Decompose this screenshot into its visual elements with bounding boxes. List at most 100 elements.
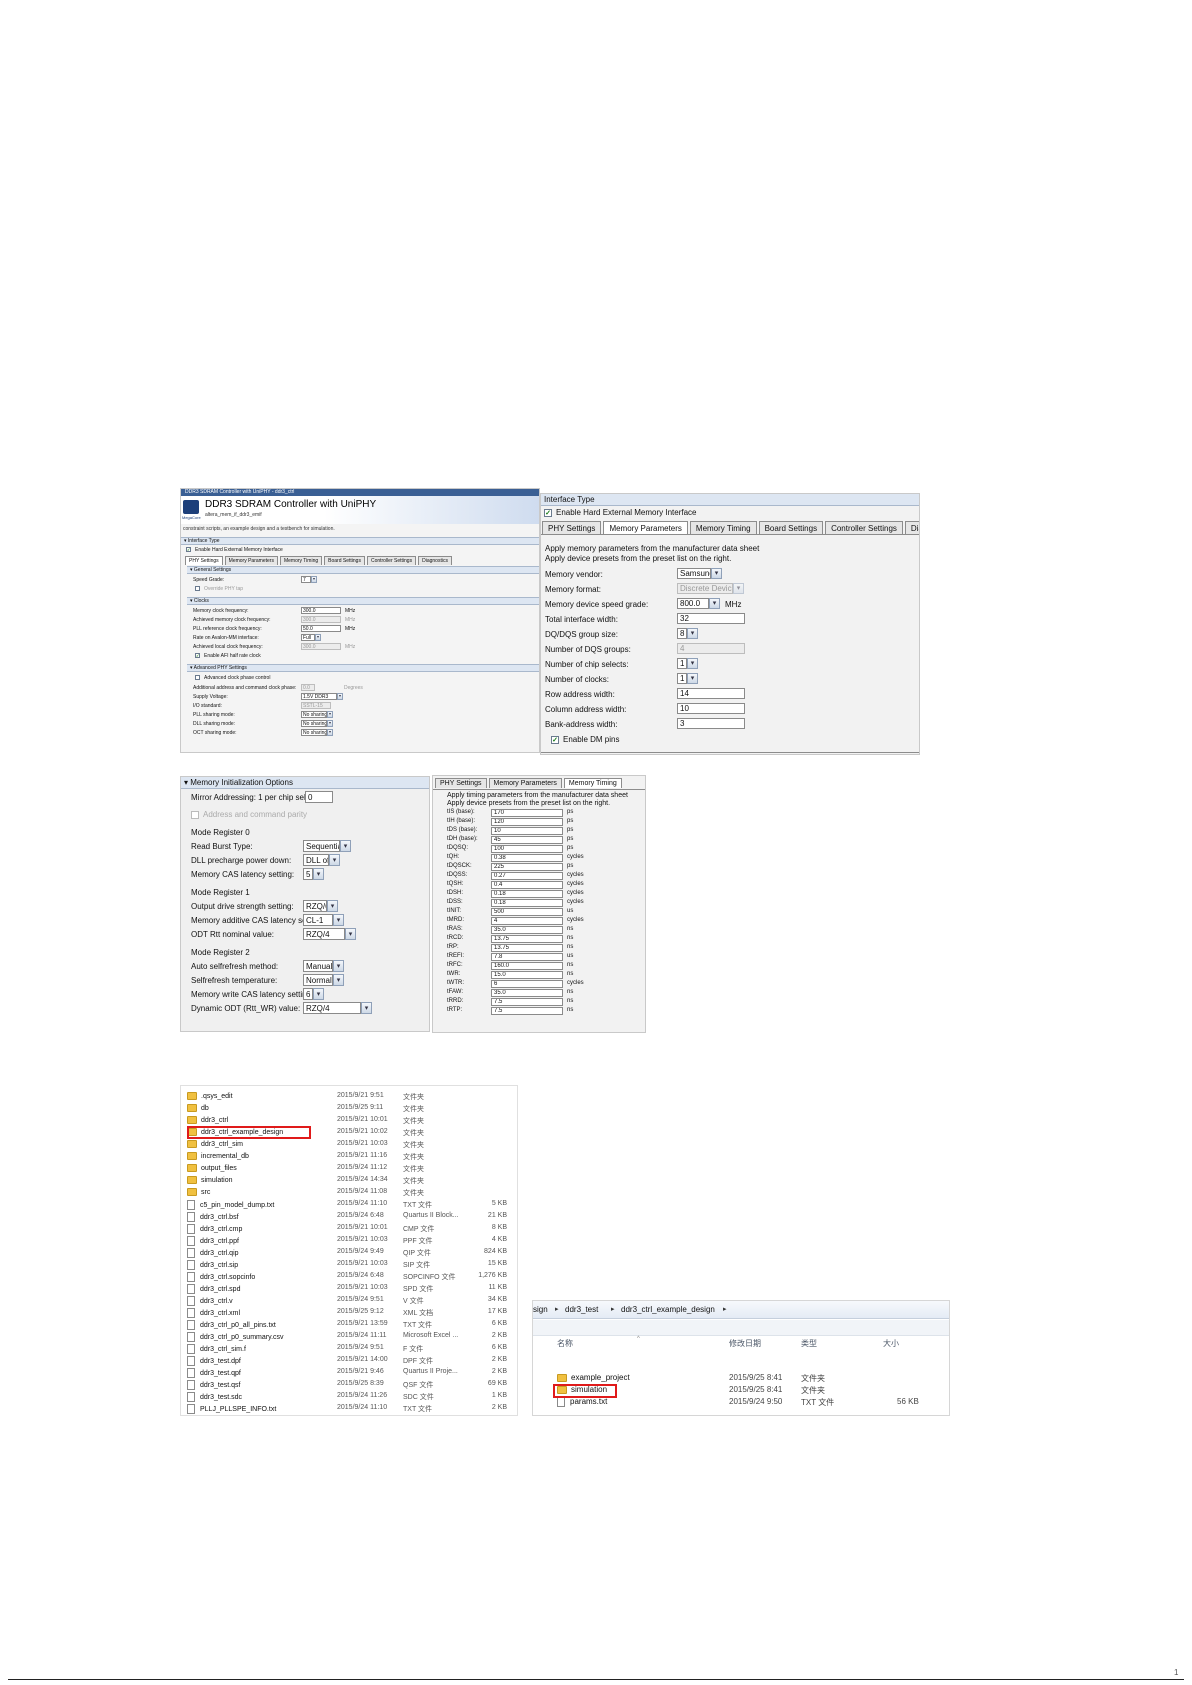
list-item[interactable]: src 2015/9/24 11:08 文件夹 xyxy=(181,1188,517,1200)
tab-memory-timing[interactable]: Memory Timing xyxy=(563,778,622,788)
memory-init-header[interactable]: ▾ Memory Initialization Options xyxy=(181,777,429,789)
list-item[interactable]: ddr3_ctrl.sip 2015/9/21 10:03 SIP 文件 15 KB xyxy=(181,1260,517,1272)
interface-type-header[interactable]: Interface Type xyxy=(541,494,919,506)
tab-phy-settings[interactable]: PHY Settings xyxy=(542,521,602,535)
tab-diagnostics[interactable]: Diagnostics xyxy=(904,521,919,535)
tab-controller-settings[interactable]: Controller Settings xyxy=(825,521,903,535)
chevron-down-icon[interactable]: ▾ xyxy=(311,576,317,583)
timing-input[interactable]: 13.75 xyxy=(491,935,563,943)
row-width-input[interactable]: 14 xyxy=(677,688,745,699)
list-item[interactable]: ddr3_ctrl.spd 2015/9/21 10:03 SPD 文件 11 KB xyxy=(181,1284,517,1296)
timing-input[interactable]: 7.5 xyxy=(491,1007,563,1015)
list-item[interactable]: ddr3_test.dpf 2015/9/21 14:00 DPF 文件 2 KB xyxy=(181,1356,517,1368)
timing-input[interactable]: 160.0 xyxy=(491,962,563,970)
enable-hard-emif-checkbox[interactable]: ✓ Enable Hard External Memory Interface xyxy=(541,508,919,517)
tab-controller-settings[interactable]: Controller Settings xyxy=(366,556,417,565)
chevron-down-icon[interactable]: ▾ xyxy=(327,729,333,736)
list-item[interactable]: output_files 2015/9/24 11:12 文件夹 xyxy=(181,1164,517,1176)
list-item[interactable]: .qsys_edit 2015/9/21 9:51 文件夹 xyxy=(181,1092,517,1104)
auto-selfrefresh-select[interactable]: Manual xyxy=(303,960,333,972)
timing-input[interactable]: 4 xyxy=(491,917,563,925)
list-item[interactable]: ddr3_test.sdc 2015/9/24 11:26 SDC 文件 1 KB xyxy=(181,1392,517,1404)
list-item[interactable]: incremental_db 2015/9/21 11:16 文件夹 xyxy=(181,1152,517,1164)
clock-value[interactable]: Full xyxy=(301,634,315,641)
list-item[interactable]: params.txt 2015/9/24 9:50 TXT 文件 56 KB xyxy=(533,1397,949,1409)
tab-diagnostics[interactable]: Diagnostics xyxy=(418,556,452,565)
chevron-down-icon[interactable]: ▾ xyxy=(687,658,698,669)
chevron-down-icon[interactable]: ▾ xyxy=(340,840,351,852)
memory-vendor-select[interactable]: Samsung xyxy=(677,568,711,579)
adv-value[interactable]: No sharing xyxy=(301,711,327,718)
write-cas-select[interactable]: 6 xyxy=(303,988,313,1000)
advanced-clock-phase-checkbox[interactable]: Advanced clock phase control xyxy=(195,675,270,681)
advanced-phy-header[interactable]: ▾ Advanced PHY Settings xyxy=(187,664,539,672)
chevron-down-icon[interactable]: ▾ xyxy=(711,568,722,579)
clocks-header[interactable]: ▾ Clocks xyxy=(187,597,539,605)
bank-width-input[interactable]: 3 xyxy=(677,718,745,729)
timing-input[interactable]: 0.4 xyxy=(491,881,563,889)
column-size-header[interactable]: 大小 xyxy=(883,1337,899,1350)
clock-value[interactable]: 300.0 xyxy=(301,607,341,614)
tab-board-settings[interactable]: Board Settings xyxy=(324,556,365,565)
additive-cas-select[interactable]: CL-1 xyxy=(303,914,333,926)
chevron-down-icon[interactable]: ▾ xyxy=(313,868,324,880)
list-item[interactable]: ddr3_ctrl.bsf 2015/9/24 6:48 Quartus II Bl… xyxy=(181,1212,517,1224)
adv-value[interactable]: 1.5V DDR3 xyxy=(301,693,337,700)
cas-latency-select[interactable]: 5 xyxy=(303,868,313,880)
list-item[interactable]: ddr3_ctrl_sim 2015/9/21 10:03 文件夹 xyxy=(181,1140,517,1152)
address-parity-checkbox[interactable]: Address and command parity xyxy=(191,810,307,819)
breadcrumb-item[interactable]: ddr3_ctrl_example_design xyxy=(621,1301,715,1318)
list-item[interactable]: ddr3_ctrl.sopcinfo 2015/9/24 6:48 SOPCINFO… xyxy=(181,1272,517,1284)
list-item[interactable]: PLLJ_PLLSPE_INFO.txt 2015/9/24 11:10 TXT 文… xyxy=(181,1404,517,1415)
timing-input[interactable]: 0.38 xyxy=(491,854,563,862)
tab-memory-parameters[interactable]: Memory Parameters xyxy=(488,778,562,788)
timing-input[interactable]: 15.0 xyxy=(491,971,563,979)
enable-afi-checkbox[interactable]: ✓ Enable AFI half rate clock xyxy=(195,653,261,659)
timing-input[interactable]: 0.18 xyxy=(491,899,563,907)
tab-memory-parameters[interactable]: Memory Parameters xyxy=(224,556,278,565)
chevron-down-icon[interactable]: ▾ xyxy=(327,720,333,727)
timing-input[interactable]: 13.75 xyxy=(491,944,563,952)
timing-input[interactable]: 0.27 xyxy=(491,872,563,880)
list-item[interactable]: ddr3_ctrl.xml 2015/9/25 9:12 XML 文档 17 KB xyxy=(181,1308,517,1320)
tab-phy-settings[interactable]: PHY Settings xyxy=(435,778,487,788)
breadcrumb-item[interactable]: ddr3_test xyxy=(565,1301,598,1318)
chevron-down-icon[interactable]: ▾ xyxy=(329,854,340,866)
dq-group-size-select[interactable]: 8 xyxy=(677,628,687,639)
read-burst-select[interactable]: Sequential xyxy=(303,840,340,852)
list-item[interactable]: c5_pin_model_dump.txt 2015/9/24 11:10 TXT … xyxy=(181,1200,517,1212)
tab-phy-settings[interactable]: PHY Settings xyxy=(185,556,223,565)
breadcrumb-item[interactable]: sign xyxy=(533,1301,548,1318)
column-date-header[interactable]: 修改日期 xyxy=(729,1337,761,1350)
speed-grade-select[interactable]: 800.0 xyxy=(677,598,709,609)
chevron-down-icon[interactable]: ▾ xyxy=(313,988,324,1000)
chevron-down-icon[interactable]: ▾ xyxy=(337,693,343,700)
tab-memory-parameters[interactable]: Memory Parameters xyxy=(603,521,688,535)
timing-input[interactable]: 35.0 xyxy=(491,989,563,997)
total-width-input[interactable]: 32 xyxy=(677,613,745,624)
list-item[interactable]: simulation 2015/9/24 14:34 文件夹 xyxy=(181,1176,517,1188)
adv-value[interactable]: No sharing xyxy=(301,720,327,727)
clocks-select[interactable]: 1 xyxy=(677,673,687,684)
drive-strength-select[interactable]: RZQ/6 xyxy=(303,900,327,912)
chevron-down-icon[interactable]: ▾ xyxy=(333,960,344,972)
chevron-down-icon[interactable]: ▾ xyxy=(327,900,338,912)
chevron-down-icon[interactable]: ▾ xyxy=(687,673,698,684)
list-item[interactable]: ddr3_ctrl.v 2015/9/24 9:51 V 文件 34 KB xyxy=(181,1296,517,1308)
tab-memory-timing[interactable]: Memory Timing xyxy=(279,556,323,565)
override-phy-checkbox[interactable]: Override PHY tap xyxy=(195,586,243,592)
chevron-down-icon[interactable]: ▾ xyxy=(345,928,356,940)
odt-nominal-select[interactable]: RZQ/4 xyxy=(303,928,345,940)
dll-precharge-select[interactable]: DLL off xyxy=(303,854,329,866)
timing-input[interactable]: 7.8 xyxy=(491,953,563,961)
speed-grade-select[interactable]: 7 xyxy=(301,576,311,583)
list-item[interactable]: ddr3_ctrl_p0_summary.csv 2015/9/24 11:11 M… xyxy=(181,1332,517,1344)
tab-memory-timing[interactable]: Memory Timing xyxy=(689,521,757,535)
adv-value[interactable]: No sharing xyxy=(301,729,327,736)
enable-dm-checkbox[interactable]: ✓ Enable DM pins xyxy=(551,735,619,744)
list-item[interactable]: ddr3_ctrl_sim.f 2015/9/24 9:51 F 文件 6 KB xyxy=(181,1344,517,1356)
timing-input[interactable]: 10 xyxy=(491,827,563,835)
column-type-header[interactable]: 类型 xyxy=(801,1337,817,1350)
list-item[interactable]: ddr3_ctrl.qip 2015/9/24 9:49 QIP 文件 824 KB xyxy=(181,1248,517,1260)
chevron-down-icon[interactable]: ▾ xyxy=(687,628,698,639)
